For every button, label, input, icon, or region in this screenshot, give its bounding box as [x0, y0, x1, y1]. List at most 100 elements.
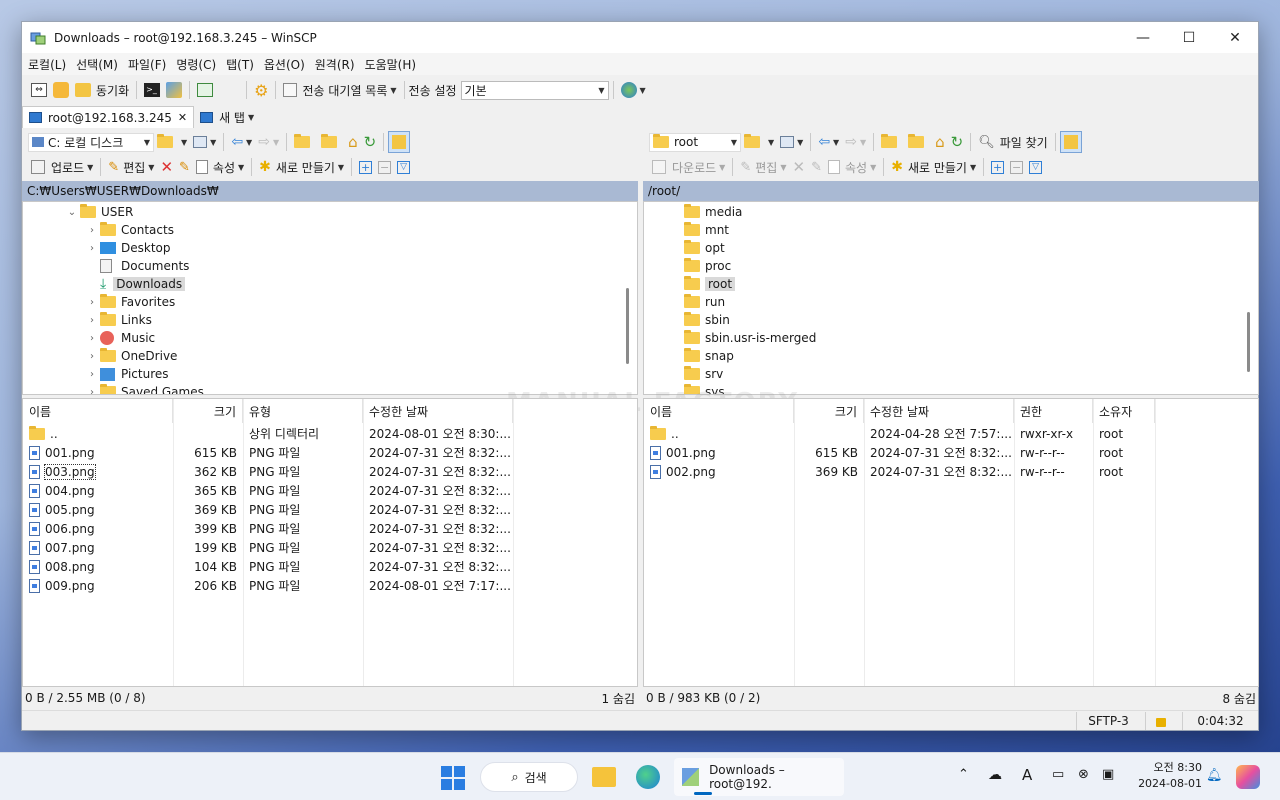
local-unselect-button[interactable]: − — [375, 156, 394, 178]
refresh-queue-button[interactable] — [194, 79, 216, 101]
tree-node-proc[interactable]: proc — [684, 257, 731, 275]
local-filter-select-button[interactable]: ▽ — [394, 156, 413, 178]
tree-node-mnt[interactable]: mnt — [684, 221, 729, 239]
tree-node-srv[interactable]: srv — [684, 365, 723, 383]
tab-new[interactable]: 새 탭 ▼ — [194, 106, 260, 128]
local-tree-scrollbar[interactable] — [626, 288, 629, 364]
file-row-parent[interactable]: .. 상위 디렉터리 2024-08-01 오전 8:30:... — [23, 424, 637, 443]
terminal-button[interactable]: >_ — [141, 79, 163, 101]
menu-tabs[interactable]: 탭(T) — [226, 56, 254, 73]
tree-node-sys[interactable]: sys — [684, 383, 725, 394]
remote-filter-select-button[interactable]: ▽ — [1026, 156, 1045, 178]
tree-node-contacts[interactable]: › Contacts — [87, 221, 174, 239]
file-row[interactable]: 006.png 399 KB PNG 파일 2024-07-31 오전 8:32:..… — [23, 519, 637, 538]
remote-file-list[interactable]: 이름 ⌃ 크기 수정한 날짜 권한 소유자 .. 2024-04-28 오전 7:5… — [643, 398, 1259, 687]
download-button[interactable]: 다운로드 ▼ — [649, 156, 728, 178]
local-status-hidden[interactable]: 1 숨김 — [601, 690, 635, 707]
find-files-button[interactable]: 🔍︎ 파일 찾기 — [975, 131, 1051, 153]
file-row[interactable]: 007.png 199 KB PNG 파일 2024-07-31 오전 8:32:..… — [23, 538, 637, 557]
putty-button[interactable] — [163, 79, 185, 101]
tree-node-sbin-merged[interactable]: sbin.usr-is-merged — [684, 329, 816, 347]
local-edit-button[interactable]: ✎ 편집 ▼ — [105, 156, 157, 178]
menu-files[interactable]: 파일(F) — [128, 56, 166, 73]
menu-commands[interactable]: 명령(C) — [176, 56, 216, 73]
local-delete-button[interactable]: ✕ — [157, 156, 176, 178]
menu-local[interactable]: 로컬(L) — [28, 56, 66, 73]
file-row[interactable]: 009.png 206 KB PNG 파일 2024-08-01 오전 7:17:..… — [23, 576, 637, 595]
compare-dirs-button[interactable]: ⇔ — [28, 79, 50, 101]
tree-node-saved-games[interactable]: › Saved Games — [87, 383, 204, 394]
remote-tree[interactable]: media mnt opt proc root run sbin sbin.us… — [643, 201, 1259, 395]
local-drive-select[interactable]: C: 로컬 디스크 ▼ — [28, 132, 154, 152]
file-row[interactable]: 008.png 104 KB PNG 파일 2024-07-31 오전 8:32:..… — [23, 557, 637, 576]
remote-delete-button[interactable]: ✕ — [789, 156, 808, 178]
column-header-size[interactable]: 크기 — [794, 399, 864, 423]
taskbar-search[interactable]: ⌕ 검색 — [480, 762, 578, 792]
menu-options[interactable]: 옵션(O) — [264, 56, 305, 73]
tree-node-favorites[interactable]: › Favorites — [87, 293, 175, 311]
local-properties-button[interactable]: 속성 ▼ — [193, 156, 247, 178]
tree-node-onedrive[interactable]: › OneDrive — [87, 347, 177, 365]
notification-bell-icon[interactable]: 🔔︎ — [1206, 768, 1223, 783]
remote-properties-button[interactable]: 속성 ▼ — [825, 156, 879, 178]
tab-session[interactable]: root@192.168.3.245 ✕ — [22, 106, 195, 128]
tree-node-documents[interactable]: Documents — [87, 257, 189, 275]
local-refresh-button[interactable]: ↻ — [361, 131, 380, 153]
local-parent-dir-button[interactable] — [291, 131, 318, 153]
upload-button[interactable]: 업로드 ▼ — [28, 156, 96, 178]
column-header-date[interactable]: 수정한 날짜 — [864, 399, 1014, 423]
start-button[interactable] — [441, 766, 465, 790]
file-row[interactable]: 004.png 365 KB PNG 파일 2024-07-31 오전 8:32:..… — [23, 481, 637, 500]
remote-parent-dir-button[interactable] — [878, 131, 905, 153]
file-row[interactable]: 001.png 615 KB PNG 파일 2024-07-31 오전 8:32:..… — [23, 443, 637, 462]
file-row-parent[interactable]: .. 2024-04-28 오전 7:57:... rwxr-xr-x root — [644, 424, 1258, 443]
chevron-up-icon[interactable]: ⌃ — [958, 767, 969, 782]
battery-icon[interactable]: ▣ — [1102, 767, 1114, 782]
remote-refresh-button[interactable]: ↻ — [948, 131, 967, 153]
local-open-dir-button[interactable]: ▼ — [154, 131, 190, 153]
remote-back-button[interactable]: ⇦ ▼ — [815, 131, 842, 153]
tree-node-opt[interactable]: opt — [684, 239, 725, 257]
remote-unselect-button[interactable]: − — [1007, 156, 1026, 178]
file-row[interactable]: 001.png 615 KB 2024-07-31 오전 8:32:... rw-r-… — [644, 443, 1258, 462]
remote-rename-button[interactable]: ✎ — [808, 156, 825, 178]
local-back-button[interactable]: ⇦ ▼ — [228, 131, 255, 153]
remote-edit-button[interactable]: ✎ 편집 ▼ — [737, 156, 789, 178]
column-header-type[interactable]: 유형 — [243, 399, 363, 423]
file-row[interactable]: 005.png 369 KB PNG 파일 2024-07-31 오전 8:32:..… — [23, 500, 637, 519]
file-row[interactable]: 003.png 362 KB PNG 파일 2024-07-31 오전 8:32:..… — [23, 462, 637, 481]
column-header-name[interactable]: 이름 ⌃ — [23, 399, 173, 423]
clock[interactable]: 오전 8:30 2024-08-01 — [1130, 760, 1202, 792]
remote-root-dir-button[interactable] — [905, 131, 932, 153]
file-row[interactable]: 002.png 369 KB 2024-07-31 오전 8:32:... rw-r-… — [644, 462, 1258, 481]
file-explorer-icon[interactable] — [592, 767, 616, 787]
edge-browser-icon[interactable] — [636, 765, 660, 789]
remote-path-bar[interactable]: /root/ — [643, 181, 1259, 201]
minimize-button[interactable]: — — [1120, 22, 1166, 53]
tab-close-icon[interactable]: ✕ — [178, 111, 187, 124]
local-new-button[interactable]: ✱ 새로 만들기 ▼ — [256, 156, 347, 178]
local-forward-button[interactable]: ⇨ ▼ — [255, 131, 282, 153]
display-icon[interactable]: ▭ — [1052, 767, 1064, 782]
network-icon[interactable]: ⊗ — [1078, 767, 1089, 782]
column-header-permissions[interactable]: 권한 — [1014, 399, 1093, 423]
cloud-offline-icon[interactable]: ☁ — [988, 767, 1002, 783]
local-home-button[interactable]: ⌂ — [345, 131, 361, 153]
tree-node-links[interactable]: › Links — [87, 311, 152, 329]
remote-forward-button[interactable]: ⇨ ▼ — [842, 131, 869, 153]
lock-status[interactable] — [1145, 711, 1175, 730]
local-rename-button[interactable]: ✎ — [176, 156, 193, 178]
menu-mark[interactable]: 선택(M) — [76, 56, 118, 73]
local-select-all-button[interactable]: + — [356, 156, 375, 178]
local-root-dir-button[interactable] — [318, 131, 345, 153]
remote-tree-toggle-button[interactable] — [1059, 131, 1082, 153]
tree-node-user[interactable]: ⌄ USER — [67, 203, 133, 221]
connection-status-button[interactable]: ▼ — [618, 79, 649, 101]
tree-node-pictures[interactable]: › Pictures — [87, 365, 169, 383]
local-tree-toggle-button[interactable] — [388, 131, 411, 153]
tree-node-run[interactable]: run — [684, 293, 725, 311]
tree-node-music[interactable]: › Music — [87, 329, 155, 347]
remote-dir-select[interactable]: root ▼ — [649, 132, 741, 152]
column-header-size[interactable]: 크기 — [173, 399, 243, 423]
close-button[interactable]: ✕ — [1212, 22, 1258, 53]
